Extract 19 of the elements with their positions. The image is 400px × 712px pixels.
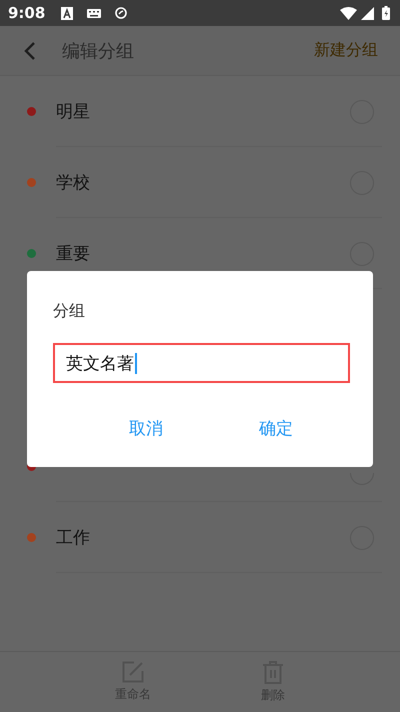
clock-icon [115, 7, 128, 19]
back-icon[interactable] [24, 40, 36, 60]
group-name: 明星 [56, 101, 91, 123]
keyboard-icon [87, 8, 102, 18]
input-field[interactable]: 英文名著 [53, 343, 350, 383]
dialog-button[interactable]: 确定 [253, 413, 299, 444]
new-group-link[interactable]: 新建分组 [314, 40, 378, 61]
group-name: 学校 [56, 172, 91, 194]
status-time: 9:08 [8, 4, 46, 22]
text-cursor [135, 352, 137, 374]
signal-icon [361, 6, 374, 20]
text-icon [61, 6, 74, 20]
group-name: 重要 [56, 243, 91, 265]
wifi-icon [340, 6, 357, 20]
dialog-title: 分组 [53, 301, 86, 322]
dialog-button[interactable]: 取消 [123, 413, 169, 444]
group-name: 工作 [56, 527, 91, 549]
battery-icon [382, 6, 390, 20]
page-title: 编辑分组 [62, 40, 135, 62]
